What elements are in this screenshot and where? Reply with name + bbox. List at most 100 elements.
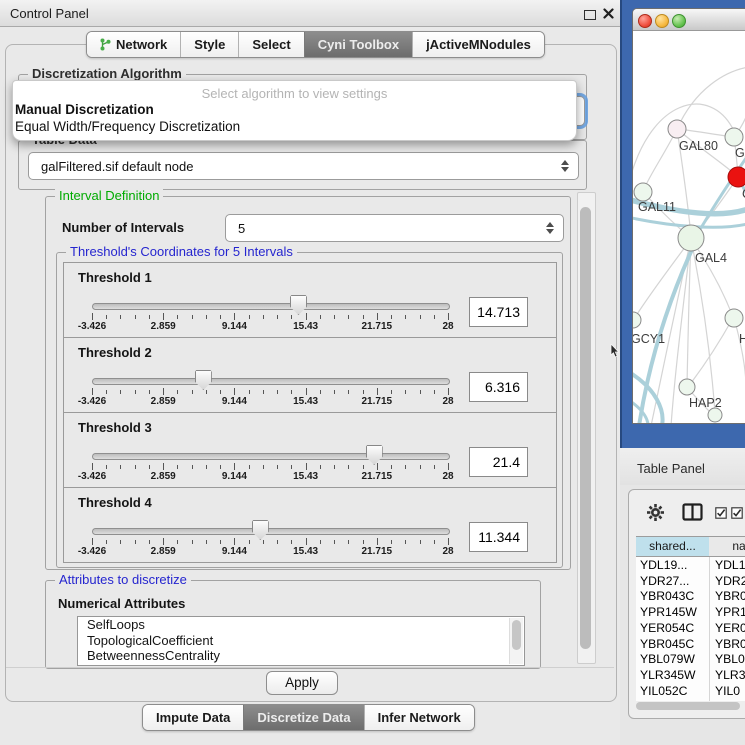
network-node[interactable] bbox=[633, 312, 641, 328]
threshold-slider-thumb[interactable] bbox=[366, 445, 383, 465]
gear-icon[interactable] bbox=[646, 503, 665, 522]
threshold-value-field[interactable]: 11.344 bbox=[469, 522, 528, 552]
float-window-icon[interactable] bbox=[584, 10, 596, 20]
attributes-list-scrollbar[interactable] bbox=[509, 618, 523, 664]
numerical-attributes-list[interactable]: SelfLoopsTopologicalCoefficientBetweenne… bbox=[77, 616, 525, 666]
network-node[interactable] bbox=[725, 128, 743, 146]
slider-tick bbox=[249, 465, 250, 469]
network-node[interactable] bbox=[728, 167, 745, 187]
attribute-list-item[interactable]: BetweennessCentrality bbox=[78, 648, 524, 664]
attribute-list-item[interactable]: SelfLoops bbox=[78, 617, 524, 633]
table-column-header[interactable]: shared... bbox=[636, 537, 710, 557]
node-attribute-table[interactable]: shared...naYDL19... YDL1 YDR27... YDR2 YBR04… bbox=[636, 536, 745, 701]
network-node[interactable] bbox=[725, 309, 743, 327]
algorithm-option-manual[interactable]: Manual Discretization bbox=[15, 102, 154, 117]
number-of-intervals-combobox[interactable]: 5 bbox=[225, 214, 564, 242]
table-cell[interactable]: YDL19... bbox=[640, 558, 708, 572]
table-horizontal-scrollbar[interactable] bbox=[635, 701, 745, 711]
tab-jactivemnodules[interactable]: jActiveMNodules bbox=[412, 32, 544, 57]
table-cell[interactable]: YER0 bbox=[715, 621, 745, 635]
tab-infer-network[interactable]: Infer Network bbox=[364, 705, 474, 730]
number-of-intervals-value: 5 bbox=[238, 221, 245, 236]
table-cell[interactable]: YBL0 bbox=[715, 652, 745, 666]
table-cell[interactable]: YPR145W bbox=[640, 605, 708, 619]
slider-tick bbox=[120, 465, 121, 469]
network-node[interactable] bbox=[678, 225, 704, 251]
table-cell[interactable]: YBR0 bbox=[715, 637, 745, 651]
slider-tick bbox=[420, 465, 421, 469]
table-cell[interactable]: YLR3 bbox=[715, 668, 745, 682]
table-column-header[interactable]: na bbox=[709, 537, 745, 557]
table-cell[interactable]: YPR1 bbox=[715, 605, 745, 619]
network-node[interactable] bbox=[668, 120, 686, 138]
close-icon[interactable] bbox=[603, 8, 614, 19]
table-cell[interactable]: YDL1 bbox=[715, 558, 745, 572]
slider-tick bbox=[434, 315, 435, 319]
threshold-slider-track[interactable] bbox=[92, 378, 450, 385]
slider-tick bbox=[263, 390, 264, 394]
table-cell[interactable]: YDR27... bbox=[640, 574, 708, 588]
threshold-slider-thumb[interactable] bbox=[290, 295, 307, 315]
network-node[interactable] bbox=[679, 379, 695, 395]
scrollbar-thumb[interactable] bbox=[580, 207, 591, 649]
checked-checkbox-icon[interactable] bbox=[715, 507, 727, 519]
tab-select[interactable]: Select bbox=[238, 32, 303, 57]
slider-tick-label: 9.144 bbox=[204, 546, 264, 557]
table-cell[interactable]: YBR043C bbox=[640, 589, 708, 603]
minimize-traffic-light-icon[interactable] bbox=[655, 14, 669, 28]
threshold-value-field[interactable]: 21.4 bbox=[469, 447, 528, 477]
network-node[interactable] bbox=[708, 408, 722, 422]
slider-tick bbox=[377, 538, 378, 545]
tab-style[interactable]: Style bbox=[180, 32, 238, 57]
slider-tick bbox=[149, 465, 150, 469]
slider-tick bbox=[448, 463, 449, 470]
table-cell[interactable]: YIL052C bbox=[640, 684, 708, 698]
tab-impute-data[interactable]: Impute Data bbox=[143, 705, 243, 730]
scrollbar-thumb[interactable] bbox=[512, 620, 521, 650]
threshold-slider-track[interactable] bbox=[92, 303, 450, 310]
slider-tick bbox=[206, 465, 207, 469]
apply-button[interactable]: Apply bbox=[266, 671, 338, 695]
network-canvas[interactable]: GAL80GACGAL11GAL4GCY1HHAP2 bbox=[633, 31, 745, 423]
threshold-slider-thumb[interactable] bbox=[252, 520, 269, 540]
network-edge[interactable] bbox=[644, 129, 677, 189]
threshold-panel-4: Threshold 4-3.4262.8599.14415.4321.71528… bbox=[63, 487, 557, 563]
scrollbar-thumb[interactable] bbox=[636, 702, 740, 710]
algorithm-option-equal-width[interactable]: Equal Width/Frequency Discretization bbox=[15, 119, 240, 134]
table-cell[interactable]: YER054C bbox=[640, 621, 708, 635]
tab-cyni-toolbox[interactable]: Cyni Toolbox bbox=[304, 32, 412, 57]
attribute-list-item[interactable]: TopologicalCoefficient bbox=[78, 633, 524, 649]
network-node[interactable] bbox=[634, 183, 652, 201]
close-traffic-light-icon[interactable] bbox=[638, 14, 652, 28]
checked-checkbox-icon[interactable] bbox=[731, 507, 743, 519]
slider-tick bbox=[163, 463, 164, 470]
slider-tick bbox=[291, 315, 292, 319]
slider-tick bbox=[249, 540, 250, 544]
slider-tick-label: 2.859 bbox=[133, 471, 193, 482]
table-cell[interactable]: YLR345W bbox=[640, 668, 708, 682]
threshold-slider-track[interactable] bbox=[92, 528, 450, 535]
network-edge[interactable] bbox=[734, 318, 745, 383]
tab-network[interactable]: Network bbox=[87, 32, 180, 57]
table-cell[interactable]: YIL0 bbox=[715, 684, 740, 698]
threshold-slider-thumb[interactable] bbox=[195, 370, 212, 390]
table-cell[interactable]: YDR2 bbox=[715, 574, 745, 588]
threshold-value-field[interactable]: 14.713 bbox=[469, 297, 528, 327]
slider-tick bbox=[306, 388, 307, 395]
panel-scrollbar[interactable] bbox=[577, 192, 596, 664]
network-edge[interactable] bbox=[677, 67, 745, 129]
table-cell[interactable]: YBL079W bbox=[640, 652, 708, 666]
table-data-combobox[interactable]: galFiltered.sif default node bbox=[28, 152, 579, 180]
slider-tick-label: -3.426 bbox=[62, 471, 122, 482]
slider-tick bbox=[291, 390, 292, 394]
tab-discretize-data[interactable]: Discretize Data bbox=[243, 705, 363, 730]
network-node-label: GA bbox=[735, 146, 745, 160]
split-columns-icon[interactable] bbox=[682, 502, 703, 522]
table-cell[interactable]: YBR0 bbox=[715, 589, 745, 603]
zoom-traffic-light-icon[interactable] bbox=[672, 14, 686, 28]
network-node-label: HAP2 bbox=[689, 396, 722, 410]
network-window-titlebar[interactable] bbox=[633, 9, 745, 31]
threshold-slider-track[interactable] bbox=[92, 453, 450, 460]
table-cell[interactable]: YBR045C bbox=[640, 637, 708, 651]
threshold-value-field[interactable]: 6.316 bbox=[469, 372, 528, 402]
